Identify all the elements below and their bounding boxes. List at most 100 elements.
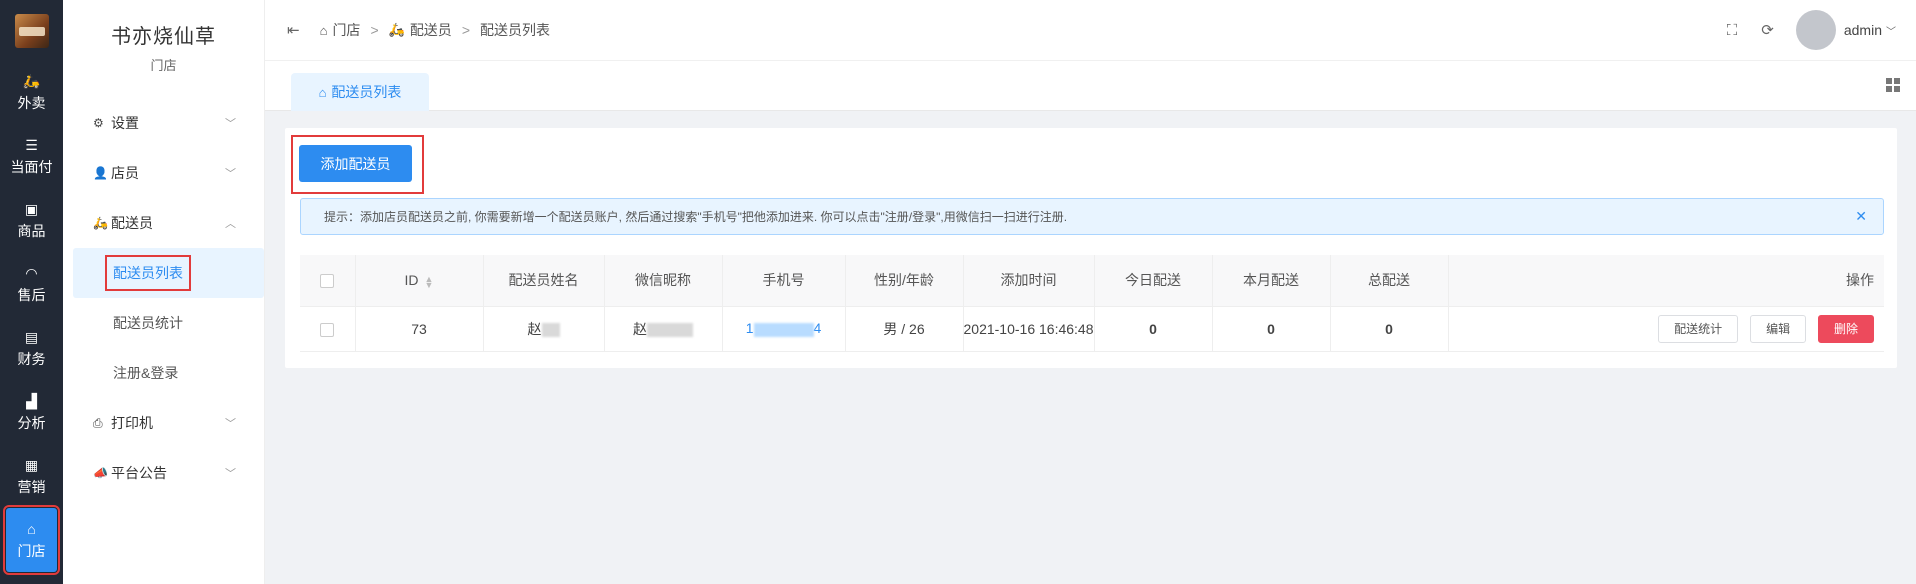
edit-button[interactable]: 编辑	[1750, 314, 1807, 343]
menu-item-printer[interactable]: ⎙ 打印机 ﹀	[63, 398, 264, 448]
app-logo	[14, 14, 49, 48]
cell-gender-age: 男 / 26	[845, 306, 964, 352]
rail-item-goods[interactable]: ▣ 商品	[0, 188, 63, 252]
store-icon: ⌂	[318, 84, 327, 100]
stats-button[interactable]: 配送统计	[1658, 314, 1739, 343]
header-actions: ⛶ ⟳ admin ﹀	[1703, 10, 1916, 50]
breadcrumb-separator: >	[370, 22, 379, 38]
header-total: 总配送	[1330, 255, 1449, 307]
grid-icon[interactable]	[1886, 78, 1900, 92]
header-today: 今日配送	[1094, 255, 1213, 307]
header-name: 配送员姓名	[483, 255, 605, 307]
rail-label: 商品	[17, 222, 46, 239]
top-header: ⇤ ⌂ 门店 > 🛵 配送员 > 配送员列表 ⛶ ⟳ admin ﹀	[265, 0, 1916, 61]
tip-text: 提示：添加店员配送员之前, 你需要新增一个配送员账户, 然后通过搜索"手机号"把…	[324, 210, 1068, 224]
redacted-name	[541, 322, 560, 337]
delete-button[interactable]: 删除	[1817, 314, 1874, 343]
submenu-item-register[interactable]: 注册&登录	[63, 348, 264, 398]
menu-item-staff[interactable]: 👤 店员 ﹀	[63, 148, 264, 198]
wechat-prefix: 赵	[633, 320, 647, 337]
cell-total: 0	[1330, 306, 1449, 352]
select-all-checkbox[interactable]	[320, 274, 335, 289]
headset-icon: ◠	[25, 264, 38, 281]
menu-label: 设置	[111, 115, 139, 131]
redacted-phone	[753, 322, 814, 337]
chevron-down-icon: ﹀	[225, 168, 236, 180]
header-ops: 操作	[1448, 255, 1884, 307]
courier-table: ID ▲ ▼ 配送员姓名 微信昵称 手机号 性别/年龄 添加时间 今日配送 本月配送…	[300, 255, 1884, 352]
chevron-down-icon: ﹀	[225, 418, 236, 430]
cell-today: 0	[1094, 306, 1213, 352]
rail-item-face-pay[interactable]: ☰ 当面付	[0, 124, 63, 188]
submenu-item-courier-stats[interactable]: 配送员统计	[63, 298, 264, 348]
motorcycle-icon: 🛵	[388, 22, 405, 37]
name-prefix: 赵	[527, 320, 542, 337]
printer-icon: ⎙	[93, 415, 103, 430]
gear-icon: ⚙	[93, 116, 104, 130]
phone-suffix: 4	[813, 320, 822, 337]
rail-item-takeout[interactable]: 🛵 外卖	[0, 60, 63, 124]
highlight-box: 添加配送员	[291, 135, 424, 194]
menu-item-settings[interactable]: ⚙ 设置 ﹀	[63, 98, 264, 148]
main-rail: 🛵 外卖 ☰ 当面付 ▣ 商品 ◠ 售后 ▤ 财务 ▟ 分析 ▦ 营销 ⌂ 门店	[0, 0, 63, 584]
rail-label: 外卖	[17, 94, 46, 111]
rail-label: 财务	[17, 350, 46, 367]
menu-label: 打印机	[111, 415, 153, 431]
breadcrumb-separator: >	[461, 22, 470, 38]
user-icon: 👤	[93, 166, 108, 180]
menu-collapse-icon[interactable]: ⇤	[287, 21, 300, 39]
refresh-icon[interactable]: ⟳	[1761, 21, 1774, 39]
motorcycle-icon: 🛵	[93, 216, 108, 230]
store-icon: ⌂	[27, 520, 36, 537]
avatar[interactable]	[1795, 10, 1836, 50]
menu-label: 平台公告	[111, 465, 167, 481]
cell-month: 0	[1212, 306, 1331, 352]
header-month: 本月配送	[1212, 255, 1331, 307]
rail-label: 分析	[17, 414, 46, 431]
tab-strip: ⌂ 配送员列表	[265, 61, 1916, 111]
close-icon[interactable]: ✕	[1855, 208, 1867, 225]
chevron-down-icon[interactable]: ﹀	[1886, 23, 1896, 38]
ledger-icon: ▤	[24, 328, 39, 345]
cell-name: 赵	[483, 306, 605, 352]
breadcrumb-store[interactable]: 门店	[332, 20, 360, 40]
add-courier-button[interactable]: 添加配送员	[299, 145, 412, 182]
rail-label: 营销	[17, 478, 46, 495]
sort-icon[interactable]: ▲ ▼	[425, 274, 434, 289]
header-id[interactable]: ID ▲ ▼	[355, 255, 484, 307]
submenu-label: 注册&登录	[113, 365, 179, 381]
rail-item-store[interactable]: ⌂ 门店	[3, 505, 60, 575]
cell-added: 2021-10-16 16:46:48	[963, 306, 1095, 352]
breadcrumb-courier[interactable]: 配送员	[410, 20, 452, 40]
menu-item-courier[interactable]: 🛵 配送员 ︿	[63, 198, 264, 248]
rail-label: 售后	[17, 286, 46, 303]
user-name[interactable]: admin	[1844, 22, 1882, 38]
tab-courier-list[interactable]: ⌂ 配送员列表	[291, 73, 429, 111]
tab-label: 配送员列表	[331, 84, 402, 100]
header-wechat: 微信昵称	[604, 255, 723, 307]
cell-phone[interactable]: 14	[722, 306, 846, 352]
chevron-down-icon: ﹀	[225, 468, 236, 480]
rail-label: 门店	[17, 542, 46, 559]
rail-item-aftersale[interactable]: ◠ 售后	[0, 252, 63, 316]
table-header-row: ID ▲ ▼ 配送员姓名 微信昵称 手机号 性别/年龄 添加时间 今日配送 本月配送…	[300, 255, 1884, 307]
list-icon: ☰	[25, 136, 38, 153]
fullscreen-icon[interactable]: ⛶	[1727, 22, 1738, 39]
row-checkbox[interactable]	[320, 322, 335, 337]
cell-wechat: 赵	[604, 306, 723, 352]
submenu-item-courier-list[interactable]: 配送员列表	[73, 248, 264, 298]
phone-prefix: 1	[745, 320, 754, 337]
motorcycle-icon: 🛵	[22, 72, 41, 89]
rail-item-finance[interactable]: ▤ 财务	[0, 316, 63, 380]
header-label: ID	[404, 272, 419, 289]
header-added: 添加时间	[963, 255, 1095, 307]
gift-icon: ▣	[24, 200, 39, 217]
cell-ops: 配送统计 编辑 删除	[1448, 306, 1884, 352]
rail-item-analysis[interactable]: ▟ 分析	[0, 380, 63, 444]
breadcrumb-courier-list: 配送员列表	[480, 22, 550, 38]
submenu-label: 配送员统计	[113, 315, 183, 331]
rail-item-marketing[interactable]: ▦ 营销	[0, 444, 63, 508]
shop-subtitle: 门店	[150, 58, 177, 73]
menu-item-notice[interactable]: 📣 平台公告 ﹀	[63, 448, 264, 498]
header-phone: 手机号	[722, 255, 846, 307]
